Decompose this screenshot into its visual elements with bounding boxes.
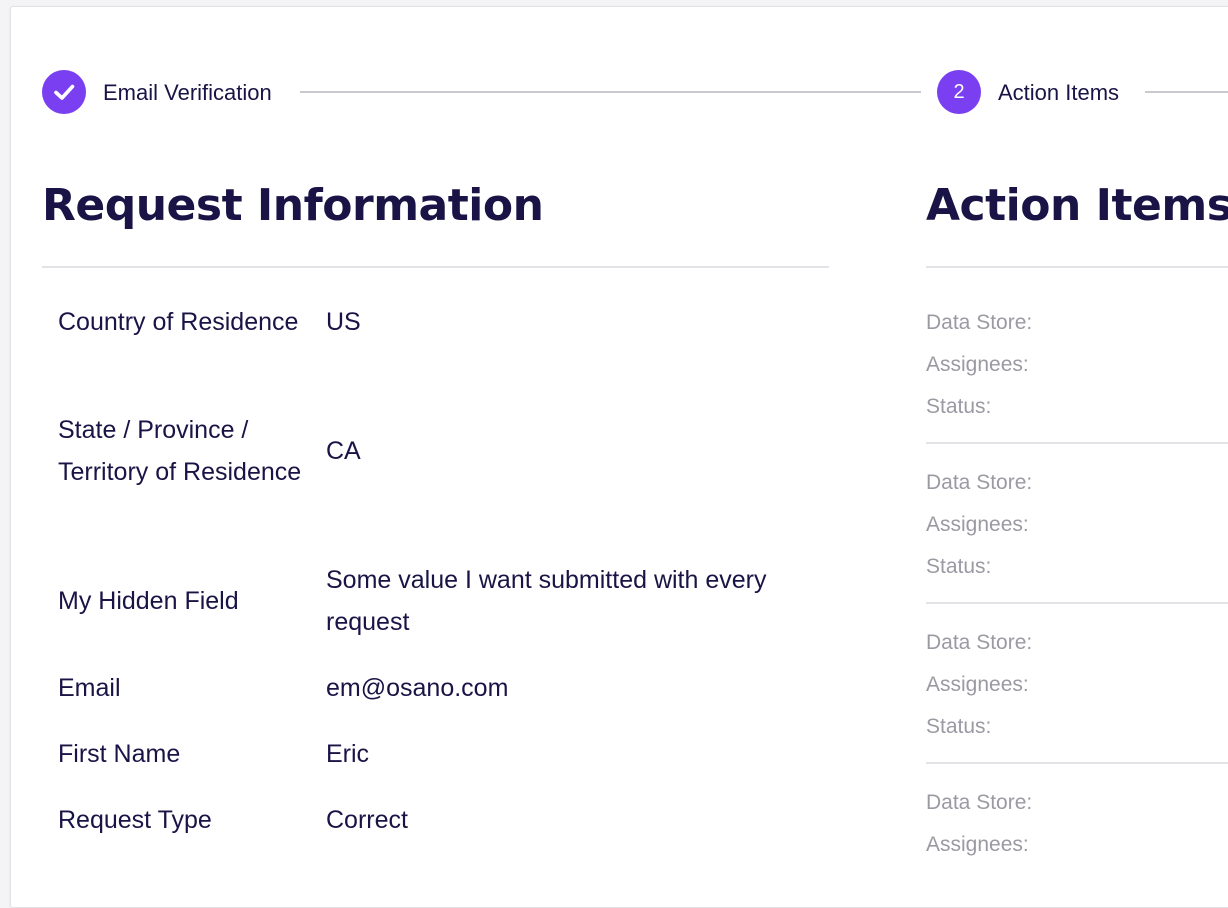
data-store-label: Data Store: — [926, 471, 1033, 494]
info-value: US — [326, 308, 361, 336]
info-row-country: Country of Residence US — [58, 301, 818, 343]
info-label: My Hidden Field — [58, 587, 239, 615]
request-information-heading: Request Information — [42, 180, 544, 231]
step-connector — [1145, 91, 1228, 93]
step-connector — [300, 91, 921, 93]
info-row-email: Email em@osano.com — [58, 667, 818, 709]
action-item-divider — [926, 602, 1228, 604]
action-item-divider — [926, 762, 1228, 764]
check-icon — [54, 84, 75, 100]
assignees-label: Assignees: — [926, 833, 1029, 856]
progress-stepper: Email Verification 2 Action Items — [0, 0, 1228, 184]
info-label: Country of Residence — [58, 308, 299, 336]
action-item: Data Store: Assignees: Status: — [926, 622, 1228, 748]
data-store-label: Data Store: — [926, 311, 1033, 334]
info-label: State / Province / Territory of Residenc… — [58, 416, 302, 486]
info-value: em@osano.com — [326, 674, 509, 702]
info-value: Correct — [326, 806, 408, 834]
info-value: CA — [326, 437, 361, 465]
info-value: Eric — [326, 740, 370, 768]
action-item: Data Store: Assignees: Status: — [926, 302, 1228, 428]
assignees-label: Assignees: — [926, 513, 1029, 536]
status-label: Status: — [926, 555, 992, 578]
assignees-label: Assignees: — [926, 673, 1029, 696]
info-row-request-type: Request Type Correct — [58, 799, 818, 841]
info-label: Request Type — [58, 806, 212, 834]
step-label-email-verification: Email Verification — [103, 80, 272, 105]
data-store-label: Data Store: — [926, 631, 1033, 654]
data-store-label: Data Store: — [926, 791, 1033, 814]
status-label: Status: — [926, 395, 992, 418]
step-complete-indicator — [42, 70, 86, 114]
section-divider — [926, 266, 1228, 268]
info-row-first-name: First Name Eric — [58, 733, 818, 775]
status-label: Status: — [926, 715, 992, 738]
info-label: First Name — [58, 740, 181, 768]
action-items-heading: Action Items — [926, 180, 1228, 231]
info-label: Email — [58, 674, 121, 702]
info-row-hidden-field: My Hidden Field Some value I want submit… — [58, 559, 818, 643]
step-number-badge: 2 — [937, 70, 981, 114]
section-divider — [42, 266, 829, 268]
info-row-state: State / Province / Territory of Residenc… — [58, 409, 818, 493]
action-item: Data Store: Assignees: — [926, 782, 1228, 866]
action-item-divider — [926, 442, 1228, 444]
info-value: Some value I want submitted with every r… — [326, 566, 767, 636]
assignees-label: Assignees: — [926, 353, 1029, 376]
action-item: Data Store: Assignees: Status: — [926, 462, 1228, 588]
step-label-action-items: Action Items — [998, 80, 1120, 105]
